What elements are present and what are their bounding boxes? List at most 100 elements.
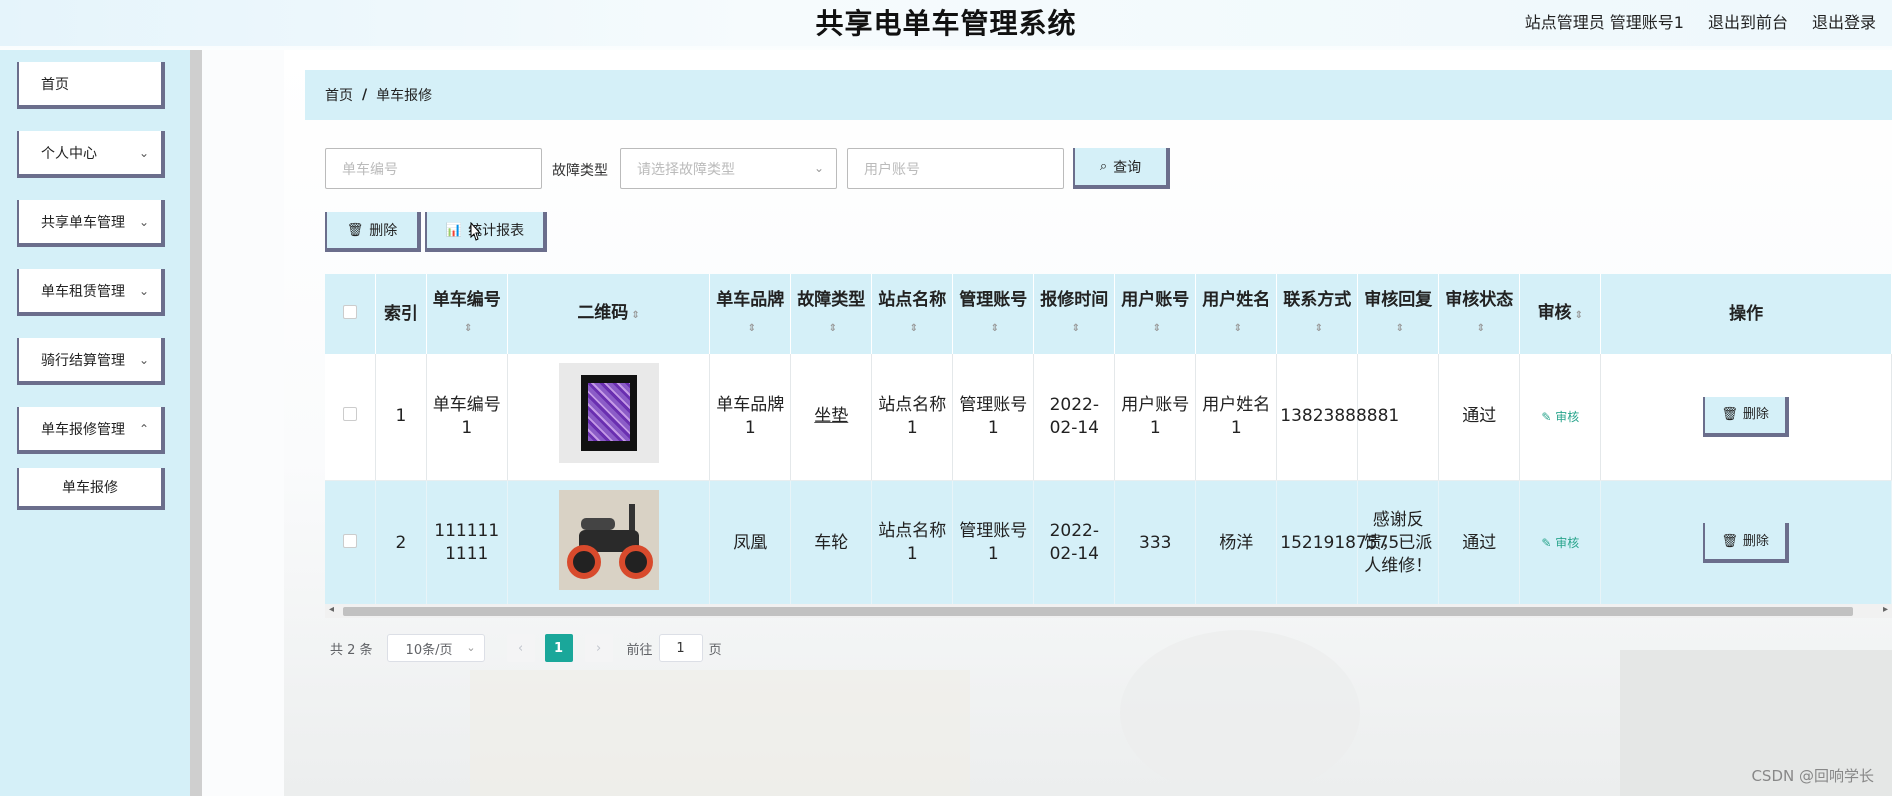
col-station-name-label: 站点名称 <box>878 289 947 310</box>
audit-button[interactable]: ✎ 审核 <box>1541 410 1579 424</box>
cell-index: 2 <box>375 480 427 604</box>
sidebar-item-bike-repair[interactable]: 单车报修 <box>17 468 165 510</box>
sort-icon[interactable]: ⇕ <box>829 323 837 334</box>
chevron-down-icon: ⌄ <box>138 284 149 298</box>
cell-station-name: 站点名称1 <box>871 480 954 604</box>
sidebar-item-label: 单车报修管理 <box>41 421 125 438</box>
table-header-row: 索引 单车编号⇕ 二维码 ⇕ 单车品牌⇕ 故障类型⇕ 站点名称⇕ 管理账号⇕ 报修… <box>325 274 1892 354</box>
col-user-account-label: 用户账号 <box>1121 289 1190 310</box>
cell-operation: 🗑 删除 <box>1600 354 1892 481</box>
sort-icon[interactable]: ⇕ <box>991 323 999 334</box>
sort-icon[interactable]: ⇕ <box>631 310 639 321</box>
prev-page-button[interactable]: ‹ <box>506 634 535 662</box>
col-audit-reply[interactable]: 审核回复 ⇕ <box>1357 274 1440 354</box>
logout-link[interactable]: 退出登录 <box>1812 9 1876 33</box>
select-all-checkbox[interactable] <box>343 305 358 319</box>
pagination-total: 共 2 条 <box>330 642 373 658</box>
row-delete-button[interactable]: 🗑 删除 <box>1703 523 1790 564</box>
scroll-right-icon[interactable]: ▸ <box>1883 604 1888 615</box>
cell-fault-type: 车轮 <box>790 480 873 604</box>
fault-type-select[interactable]: 请选择故障类型 ⌄ <box>620 148 837 189</box>
page-size-select[interactable]: 10条/页 ⌄ <box>386 634 485 662</box>
table-horizontal-scrollbar[interactable]: ◂ ▸ <box>325 604 1892 618</box>
sort-icon[interactable]: ⇕ <box>1234 323 1242 334</box>
col-index-label: 索引 <box>383 304 418 324</box>
col-manager-account-label: 管理账号 <box>959 289 1028 310</box>
chevron-down-icon: ⌄ <box>138 353 149 367</box>
col-contact[interactable]: 联系方式 ⇕ <box>1276 274 1359 354</box>
col-manager-account[interactable]: 管理账号 ⇕ <box>952 274 1035 354</box>
row-checkbox[interactable] <box>343 533 358 548</box>
page-size-value: 10条/页 <box>405 642 453 658</box>
sort-icon[interactable]: ⇕ <box>1396 323 1404 334</box>
sort-icon[interactable]: ⇕ <box>464 323 472 334</box>
sidebar-item-home[interactable]: 首页 <box>17 62 165 109</box>
cell-index: 1 <box>375 354 427 481</box>
sidebar-item-settlement-management[interactable]: 骑行结算管理 ⌄ <box>17 338 165 385</box>
report-button[interactable]: 📊 统计报表 <box>425 212 547 252</box>
user-account-input[interactable]: 用户账号 <box>847 148 1064 189</box>
col-brand-label: 单车品牌 <box>716 289 785 310</box>
sidebar-item-bike-management[interactable]: 共享单车管理 ⌄ <box>17 200 165 247</box>
col-audit[interactable]: 审核 ⇕ <box>1519 274 1602 354</box>
col-audit-status[interactable]: 审核状态 ⇕ <box>1438 274 1521 354</box>
audit-label: 审核 <box>1555 409 1580 424</box>
col-user-account[interactable]: 用户账号 ⇕ <box>1114 274 1197 354</box>
cell-qrcode <box>507 354 711 481</box>
background-decoration <box>470 670 970 796</box>
scroll-left-icon[interactable]: ◂ <box>329 604 334 615</box>
delete-button[interactable]: 🗑 删除 <box>325 212 421 252</box>
breadcrumb-home[interactable]: 首页 <box>325 85 353 105</box>
sort-icon[interactable]: ⇕ <box>1315 323 1323 334</box>
mouse-cursor-icon <box>470 222 482 241</box>
sidebar-item-repair-management[interactable]: 单车报修管理 ⌃ <box>17 407 165 454</box>
col-audit-reply-label: 审核回复 <box>1364 289 1433 310</box>
bike-no-input[interactable]: 单车编号 <box>325 148 542 189</box>
row-checkbox[interactable] <box>343 407 358 422</box>
query-label: 查询 <box>1113 159 1142 176</box>
query-button[interactable]: ⌕ 查询 <box>1073 148 1170 189</box>
col-index: 索引 <box>375 274 427 354</box>
cell-user-account: 用户账号1 <box>1114 354 1197 481</box>
sort-icon[interactable]: ⇕ <box>1575 310 1583 321</box>
scrollbar-thumb[interactable] <box>343 607 1853 616</box>
top-right-links: 站点管理员 管理账号1 退出到前台 退出登录 <box>1525 9 1876 33</box>
col-user-name[interactable]: 用户姓名 ⇕ <box>1195 274 1278 354</box>
bike-photo[interactable] <box>558 489 659 590</box>
sidebar-item-personal-center[interactable]: 个人中心 ⌄ <box>17 131 165 178</box>
cell-station-name: 站点名称1 <box>871 354 954 481</box>
sort-icon[interactable]: ⇕ <box>910 323 918 334</box>
goto-page-input[interactable]: 1 <box>658 634 703 662</box>
col-station-name[interactable]: 站点名称 ⇕ <box>871 274 954 354</box>
chevron-up-icon: ⌃ <box>138 422 149 436</box>
col-fault-type[interactable]: 故障类型 ⇕ <box>790 274 873 354</box>
sort-icon[interactable]: ⇕ <box>1072 323 1080 334</box>
col-contact-label: 联系方式 <box>1283 289 1352 310</box>
sort-icon[interactable]: ⇕ <box>1153 323 1161 334</box>
col-audit-status-label: 审核状态 <box>1445 289 1514 310</box>
user-info: 站点管理员 管理账号1 <box>1524 13 1684 32</box>
sidebar-item-label: 单车租赁管理 <box>41 283 125 300</box>
back-to-front-link[interactable]: 退出到前台 <box>1708 9 1788 33</box>
col-qrcode-label: 二维码 <box>577 302 629 323</box>
sidebar-item-rental-management[interactable]: 单车租赁管理 ⌄ <box>17 269 165 316</box>
sort-icon[interactable]: ⇕ <box>748 323 756 334</box>
next-page-button[interactable]: › <box>584 634 613 662</box>
col-bike-no[interactable]: 单车编号 ⇕ <box>426 274 508 354</box>
sidebar-scrollbar[interactable] <box>190 50 202 796</box>
row-delete-button[interactable]: 🗑 删除 <box>1703 396 1790 437</box>
breadcrumb-current: 单车报修 <box>376 88 433 104</box>
audit-button[interactable]: ✎ 审核 <box>1541 536 1579 550</box>
sort-icon[interactable]: ⇕ <box>1477 323 1485 334</box>
fault-type-link[interactable]: 坐垫 <box>814 406 848 426</box>
col-qrcode[interactable]: 二维码 ⇕ <box>507 274 711 354</box>
page-number-current[interactable]: 1 <box>544 634 573 662</box>
cell-user-name: 用户姓名1 <box>1195 354 1278 481</box>
col-report-time-label: 报修时间 <box>1040 289 1109 310</box>
chevron-down-icon: ⌄ <box>138 215 149 229</box>
col-report-time[interactable]: 报修时间 ⇕ <box>1033 274 1116 354</box>
qrcode-image[interactable] <box>558 363 659 464</box>
col-brand[interactable]: 单车品牌 ⇕ <box>709 274 792 354</box>
chevron-down-icon: ⌄ <box>138 146 149 160</box>
user-account-placeholder: 用户账号 <box>864 161 920 178</box>
